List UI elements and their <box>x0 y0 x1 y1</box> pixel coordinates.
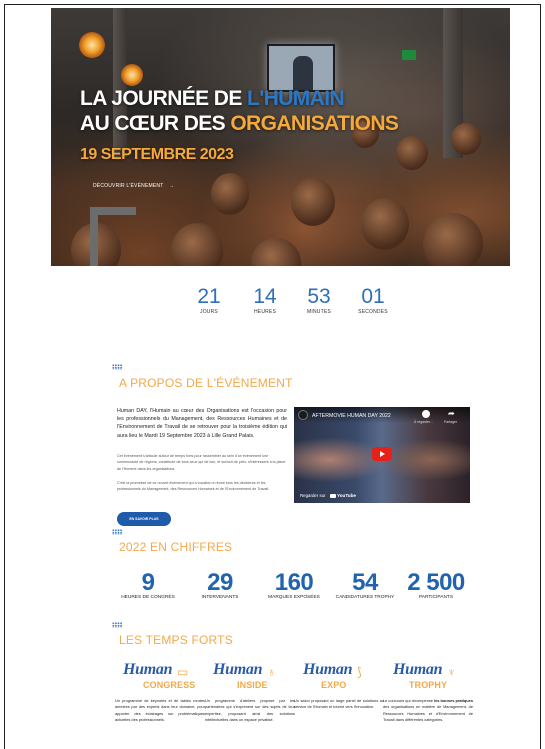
stage-light <box>79 32 105 58</box>
countdown-label: HEURES <box>253 309 277 315</box>
exit-sign <box>402 50 416 60</box>
channel-avatar[interactable] <box>298 410 308 420</box>
logo-sub: EXPO <box>321 680 347 690</box>
hero-title-part: AU CŒUR DES <box>80 112 231 135</box>
audience-head <box>171 223 223 266</box>
countdown-label: JOURS <box>200 309 218 315</box>
countdown-label: SECONDES <box>358 309 388 315</box>
figure-value: 9 <box>141 569 155 596</box>
trophy-text-bold: les bonnes pratiques <box>434 698 473 703</box>
arrow-right-icon: → <box>168 183 175 189</box>
audience-head <box>291 178 335 226</box>
about-title: A PROPOS DE L'ÉVÉNEMENT <box>119 376 293 390</box>
congress-description: Un programme de keynotes et de tables ro… <box>115 698 205 723</box>
figure-value: 160 <box>274 569 314 596</box>
audience-head <box>361 198 409 250</box>
logo-sub: CONGRESS <box>143 680 196 690</box>
audience-head <box>451 123 481 155</box>
audience-head <box>396 136 428 170</box>
figure-label: INTERVENANTS <box>201 595 239 600</box>
countdown-hours: 14 HEURES <box>243 285 287 315</box>
figure-label: HEURES DE CONGRÈS <box>121 595 175 600</box>
video-title[interactable]: AFTERMOVIE HUMAN DAY 2022 <box>312 413 391 419</box>
figures-title: 2022 EN CHIFFRES <box>119 540 233 554</box>
hero-date: 19 SEPTEMBRE 2023 <box>80 146 234 163</box>
figure-item: 2 500 PARTICIPANTS <box>401 569 471 601</box>
audience-head <box>423 213 483 266</box>
workshop-icon: ♁ <box>267 665 276 679</box>
dots-icon <box>112 364 122 370</box>
countdown: 21 JOURS 14 HEURES 53 MINUTES 01 SECONDE… <box>193 285 395 317</box>
human-trophy-logo[interactable]: Human ♆ TROPHY <box>393 661 469 691</box>
trophy-text: Le concours qui récompense <box>383 698 435 703</box>
share-icon[interactable]: ➦ <box>448 410 456 418</box>
countdown-value: 01 <box>361 285 385 308</box>
watch-on-label: Regarder sur <box>300 493 326 498</box>
trophy-text: des organisations en matière de Manageme… <box>383 704 473 723</box>
dots-icon <box>112 622 122 628</box>
trophy-icon: ♆ <box>447 665 456 679</box>
figure-value: 29 <box>207 569 233 596</box>
watch-later-label: À regarder... <box>414 420 433 424</box>
figure-item: 54 CANDIDATURES TROPHY <box>330 569 400 601</box>
share-label: Partager <box>444 420 458 424</box>
countdown-minutes: 53 MINUTES <box>297 285 341 315</box>
about-paragraph: C'est la promesse de ce nouvel évènement… <box>117 481 270 492</box>
clock-icon[interactable] <box>422 410 430 418</box>
audience-head <box>251 238 301 266</box>
inside-description: Un programme d'ateliers proposé par les … <box>205 698 295 723</box>
youtube-icon <box>330 493 336 498</box>
logo-sub: TROPHY <box>409 680 448 690</box>
dots-icon <box>112 529 122 535</box>
decorative-bracket <box>90 207 136 266</box>
trophy-description: Le concours qui récompense les bonnes pr… <box>383 698 473 724</box>
hero-banner: LA JOURNÉE DE L'HUMAIN AU CŒUR DES ORGAN… <box>51 8 510 266</box>
stage-light <box>121 64 143 86</box>
human-congress-logo[interactable]: Human ▭ CONGRESS <box>123 661 199 691</box>
countdown-value: 14 <box>253 285 277 308</box>
highlights-title: LES TEMPS FORTS <box>119 633 233 647</box>
figure-item: 160 MARQUES EXPOSÉES <box>261 569 327 601</box>
hero-title: LA JOURNÉE DE L'HUMAIN AU CŒUR DES ORGAN… <box>80 86 399 136</box>
screen-icon: ▭ <box>177 665 189 679</box>
hero-title-part: LA JOURNÉE DE <box>80 87 248 110</box>
video-player[interactable]: AFTERMOVIE HUMAN DAY 2022 À regarder... … <box>294 407 470 503</box>
figure-item: 29 INTERVENANTS <box>195 569 245 601</box>
figure-item: 9 HEURES DE CONGRÈS <box>115 569 181 601</box>
hero-title-highlight: L'HUMAIN <box>247 87 345 110</box>
logo-brand: Human <box>213 661 263 678</box>
logo-brand: Human <box>123 661 173 678</box>
play-icon[interactable] <box>372 447 392 461</box>
figure-label: MARQUES EXPOSÉES <box>268 595 320 600</box>
speaker-screen <box>267 44 335 92</box>
youtube-link[interactable]: YouTube <box>330 493 356 498</box>
about-paragraph: Cet évènement s'articule autour de temps… <box>117 454 286 471</box>
human-inside-logo[interactable]: Human ♁ INSIDE <box>213 661 289 691</box>
about-lead: Human DAY, l'Humain au cœur des Organisa… <box>117 408 287 439</box>
page-frame: LA JOURNÉE DE L'HUMAIN AU CŒUR DES ORGAN… <box>4 4 541 749</box>
learn-more-button[interactable]: EN SAVOIR PLUS <box>117 512 171 526</box>
discover-event-link[interactable]: DÉCOUVRIR L'ÉVÉNEMENT → <box>93 183 174 189</box>
logo-brand: Human <box>303 661 353 678</box>
countdown-label: MINUTES <box>307 309 331 315</box>
audience-head <box>211 173 249 215</box>
figure-value: 54 <box>352 569 378 596</box>
logo-brand: Human <box>393 661 443 678</box>
expo-description: Un salon proposant un large panel de sol… <box>294 698 384 710</box>
human-expo-logo[interactable]: Human ⟆ EXPO <box>303 661 379 691</box>
expo-icon: ⟆ <box>357 665 362 679</box>
countdown-value: 21 <box>197 285 221 308</box>
figure-label: CANDIDATURES TROPHY <box>335 595 395 600</box>
discover-label: DÉCOUVRIR L'ÉVÉNEMENT <box>93 183 164 189</box>
figure-value: 2 500 <box>407 569 465 596</box>
youtube-label: YouTube <box>337 493 356 498</box>
countdown-value: 53 <box>307 285 331 308</box>
countdown-days: 21 JOURS <box>187 285 231 315</box>
logo-sub: INSIDE <box>237 680 268 690</box>
hero-title-highlight: ORGANISATIONS <box>230 112 399 135</box>
countdown-seconds: 01 SECONDES <box>351 285 395 315</box>
